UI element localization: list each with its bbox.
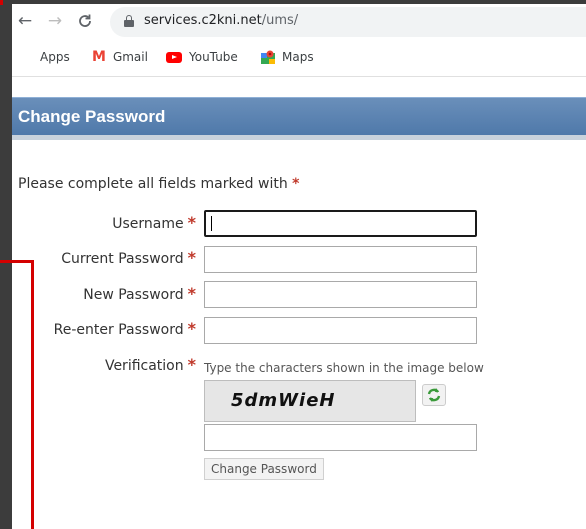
verification-label: Verification * (104, 355, 196, 374)
bookmark-maps[interactable]: Maps (261, 48, 314, 66)
url-text: services.c2kni.net/ums/ (144, 13, 299, 28)
form-instructions: Please complete all fields marked with * (18, 176, 300, 192)
address-bar[interactable]: services.c2kni.net/ums/ (110, 7, 586, 37)
current-password-input[interactable] (204, 246, 477, 273)
browser-toolbar: ← → services.c2kni.net/ums/ (12, 4, 586, 40)
page-title: Change Password (18, 107, 166, 126)
page-header: Change Password (12, 97, 586, 135)
required-marker: * (292, 176, 300, 192)
username-label-wrap: Username * (12, 213, 196, 235)
bookmark-label: Maps (282, 50, 314, 64)
captcha-image: 5dmWieH (204, 380, 416, 422)
window-frame-left (0, 0, 12, 529)
current-password-label: Current Password * (61, 248, 196, 267)
username-label: Username * (112, 213, 196, 232)
bookmark-label: Gmail (112, 50, 148, 64)
bookmarks-bar: Apps M Gmail YouTube Maps (12, 42, 586, 72)
bookmark-apps[interactable]: Apps (20, 48, 70, 66)
new-password-label: New Password * (83, 284, 196, 303)
header-underline (12, 135, 586, 140)
current-password-label-wrap: Current Password * (12, 248, 196, 270)
bookmark-gmail[interactable]: M Gmail (92, 48, 148, 66)
reenter-password-label-wrap: Re-enter Password * (12, 319, 196, 341)
browser-window: ← → services.c2kni.net/ums/ Apps M Gmail… (12, 4, 586, 529)
bookmark-youtube[interactable]: YouTube (166, 48, 238, 66)
verification-hint: Type the characters shown in the image b… (204, 361, 484, 375)
reload-icon[interactable] (74, 10, 96, 32)
username-input[interactable] (204, 210, 477, 237)
text-caret (211, 216, 212, 231)
gmail-icon: M (92, 49, 106, 65)
apps-grid-icon (20, 51, 33, 64)
lock-icon (124, 15, 134, 27)
reenter-password-label: Re-enter Password * (53, 319, 196, 338)
verification-label-wrap: Verification * (12, 355, 196, 377)
change-password-button[interactable]: Change Password (204, 458, 324, 480)
refresh-captcha-icon[interactable] (422, 384, 446, 406)
bookmark-label: Apps (40, 50, 70, 64)
forward-arrow-icon[interactable]: → (44, 10, 66, 32)
captcha-text: 5dmWieH (231, 390, 336, 411)
bookmark-label: YouTube (189, 50, 238, 64)
new-password-label-wrap: New Password * (12, 284, 196, 306)
youtube-icon (166, 51, 182, 63)
annotation-line-vertical (31, 260, 34, 529)
toolbar-divider (12, 76, 586, 77)
back-arrow-icon[interactable]: ← (14, 10, 36, 32)
reenter-password-input[interactable] (204, 317, 477, 344)
new-password-input[interactable] (204, 281, 477, 308)
verification-input[interactable] (204, 424, 477, 451)
maps-icon (261, 50, 275, 64)
annotation-mark (0, 0, 3, 5)
annotation-line-horizontal (0, 260, 34, 263)
